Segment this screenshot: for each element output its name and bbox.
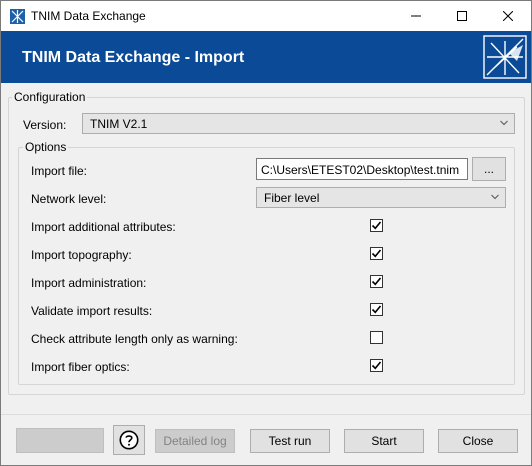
tnim-data-exchange-window: TNIM Data Exchange TNIM Data Exchange - … <box>0 0 532 466</box>
checkmark-icon <box>371 249 382 258</box>
network-level-label: Network level: <box>31 192 107 206</box>
close-label: Close <box>462 434 494 448</box>
checkmark-icon <box>371 277 382 286</box>
import-file-value: C:\Users\ETEST02\Desktop\test.tnim <box>261 163 460 177</box>
maximize-button[interactable] <box>439 1 485 31</box>
detailed-log-button[interactable]: Detailed log <box>155 429 235 453</box>
chevron-down-icon <box>500 120 508 126</box>
version-value: TNIM V2.1 <box>90 117 148 131</box>
import-file-label: Import file: <box>31 164 88 178</box>
validate-import-results-label: Validate import results: <box>31 304 153 318</box>
network-level-value: Fiber level <box>264 191 320 205</box>
window-title: TNIM Data Exchange <box>31 9 146 23</box>
validate-import-results-checkbox[interactable] <box>370 303 383 316</box>
network-level-select[interactable]: Fiber level <box>256 187 506 208</box>
import-topography-checkbox[interactable] <box>370 247 383 260</box>
check-attribute-length-label: Check attribute length only as warning: <box>31 332 238 346</box>
import-additional-attributes-label: Import additional attributes: <box>31 220 176 234</box>
browse-button[interactable]: ... <box>472 157 506 181</box>
footer-separator <box>1 414 531 415</box>
detailed-log-label: Detailed log <box>163 434 227 448</box>
import-fiber-optics-checkbox[interactable] <box>370 359 383 372</box>
options-legend: Options <box>23 140 69 154</box>
import-additional-attributes-checkbox[interactable] <box>370 219 383 232</box>
chevron-down-icon <box>491 194 499 200</box>
close-icon <box>503 11 513 21</box>
check-attribute-length-checkbox[interactable] <box>370 331 383 344</box>
start-label: Start <box>371 434 397 448</box>
tnim-star-logo <box>483 35 527 79</box>
import-administration-label: Import administration: <box>31 276 147 290</box>
minimize-button[interactable] <box>393 1 439 31</box>
version-select[interactable]: TNIM V2.1 <box>82 113 515 134</box>
import-administration-checkbox[interactable] <box>370 275 383 288</box>
checkmark-icon <box>371 305 382 314</box>
test-run-button[interactable]: Test run <box>250 429 330 453</box>
test-run-label: Test run <box>268 434 312 448</box>
maximize-icon <box>457 11 467 21</box>
help-button[interactable] <box>113 425 145 455</box>
page-title: TNIM Data Exchange - Import <box>22 49 245 66</box>
import-fiber-optics-label: Import fiber optics: <box>31 360 130 374</box>
options-group: Options <box>18 140 515 385</box>
start-button[interactable]: Start <box>344 429 424 453</box>
tnim-app-icon <box>10 9 25 24</box>
checkmark-icon <box>371 361 382 370</box>
close-button[interactable]: Close <box>438 429 518 453</box>
minimize-icon <box>411 15 421 17</box>
progress-field <box>16 428 104 453</box>
configuration-legend: Configuration <box>12 90 88 104</box>
import-file-input[interactable]: C:\Users\ETEST02\Desktop\test.tnim <box>256 158 468 180</box>
header-banner: TNIM Data Exchange - Import <box>1 31 531 83</box>
title-bar: TNIM Data Exchange <box>1 1 531 31</box>
checkmark-icon <box>371 221 382 230</box>
close-window-button[interactable] <box>485 1 531 31</box>
browse-label: ... <box>483 162 494 176</box>
version-label: Version: <box>23 118 67 132</box>
import-topography-label: Import topography: <box>31 248 132 262</box>
help-question-icon <box>119 430 139 450</box>
